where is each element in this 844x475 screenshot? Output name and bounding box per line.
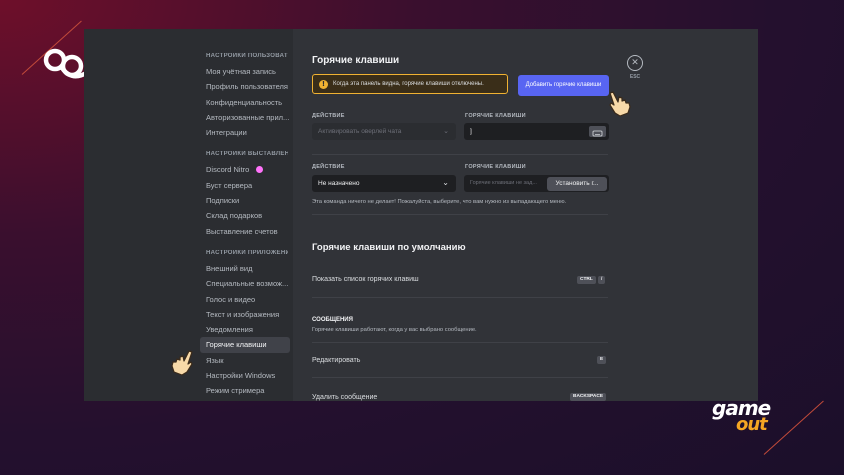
bind1-action-label: ДЕЙСТВИЕ: [312, 113, 345, 119]
chevron-down-icon: ⌄: [442, 178, 449, 187]
sidebar-item-gift-inventory[interactable]: Склад подарков: [200, 208, 290, 223]
defaults-title: Горячие клавиши по умолчанию: [312, 242, 466, 253]
sidebar-item-appearance[interactable]: Внешний вид: [200, 261, 290, 276]
keycap-ctrl: CTRL: [577, 276, 596, 284]
sidebar-item-windows-settings[interactable]: Настройки Windows: [200, 368, 290, 383]
bind1-action-value: Активировать оверлей чата: [318, 128, 402, 135]
gameout-logo-icon: game out: [712, 396, 771, 435]
keyboard-record-icon[interactable]: [589, 126, 606, 137]
settings-window: НАСТРОЙКИ ПОЛЬЗОВАТЕ... Моя учётная запи…: [84, 29, 758, 401]
sidebar-heading-app: НАСТРОЙКИ ПРИЛОЖЕНИЯ: [206, 249, 288, 256]
sidebar-item-nitro[interactable]: Discord Nitro: [200, 162, 290, 177]
add-keybind-button[interactable]: Добавить горячие клавиши: [518, 75, 609, 96]
bind1-action-select[interactable]: Активировать оверлей чата ⌄: [312, 123, 456, 140]
page-title: Горячие клавиши: [312, 55, 400, 66]
keycap-backspace: BACKSPACE: [570, 393, 607, 401]
edit-label: Редактировать: [312, 357, 361, 364]
bind2-action-label: ДЕЙСТВИЕ: [312, 164, 345, 170]
sidebar-item-my-account[interactable]: Моя учётная запись: [200, 64, 290, 79]
messages-desc: Горячие клавиши работают, когда у вас вы…: [312, 327, 477, 333]
sidebar-heading-billing: НАСТРОЙКИ ВЫСТАВЛЕН...: [206, 151, 288, 158]
sidebar-item-profile[interactable]: Профиль пользователя: [200, 79, 290, 94]
warning-icon: !: [319, 80, 328, 89]
settings-sidebar: НАСТРОЙКИ ПОЛЬЗОВАТЕ... Моя учётная запи…: [84, 29, 293, 401]
bind2-action-value: Не назначено: [318, 180, 360, 187]
divider: [312, 377, 608, 378]
sidebar-item-notifications[interactable]: Уведомления: [200, 322, 290, 337]
keycap-e: E: [597, 356, 607, 364]
sidebar-item-integrations[interactable]: Интеграции: [200, 125, 290, 140]
sidebar-item-text-images[interactable]: Текст и изображения: [200, 307, 290, 322]
sidebar-item-accessibility[interactable]: Специальные возмож...: [200, 276, 290, 291]
bind2-action-select[interactable]: Не назначено ⌄: [312, 175, 456, 192]
set-keybind-button[interactable]: Установить г...: [547, 176, 607, 191]
divider: [312, 342, 608, 343]
sidebar-item-keybinds[interactable]: Горячие клавиши: [200, 337, 290, 353]
sidebar-item-billing[interactable]: Выставление счетов: [200, 224, 290, 239]
bind2-hint: Эта команда ничего не делает! Пожалуйста…: [312, 199, 567, 205]
bind1-hotkey-label: ГОРЯЧИЕ КЛАВИШИ: [465, 113, 526, 119]
sidebar-item-subscriptions[interactable]: Подписки: [200, 193, 290, 208]
warning-text: Когда эта панель видна, горячие клавиши …: [333, 81, 484, 87]
pointing-hand-icon: [609, 91, 631, 117]
esc-label: ESC: [629, 74, 641, 80]
show-list-label: Показать список горячих клавиш: [312, 276, 419, 283]
keycap-slash: /: [598, 276, 606, 284]
close-button[interactable]: ✕ ESC: [626, 55, 644, 80]
warning-notice: ! Когда эта панель видна, горячие клавиш…: [312, 74, 508, 94]
bind1-hotkey-value: ]: [470, 128, 472, 135]
sidebar-heading-user: НАСТРОЙКИ ПОЛЬЗОВАТЕ...: [206, 53, 288, 59]
sidebar-list: НАСТРОЙКИ ПОЛЬЗОВАТЕ... Моя учётная запи…: [200, 53, 290, 399]
sidebar-item-server-boost[interactable]: Буст сервера: [200, 178, 290, 193]
pointing-hand-icon: [171, 350, 193, 376]
divider: [312, 214, 608, 215]
sidebar-item-streamer-mode[interactable]: Режим стримера: [200, 383, 290, 398]
chevron-down-icon: ⌄: [443, 128, 449, 135]
divider: [312, 297, 608, 298]
bind1-hotkey-input[interactable]: ]: [464, 123, 609, 140]
delete-label: Удалить сообщение: [312, 394, 378, 401]
sidebar-item-nitro-label: Discord Nitro: [206, 165, 250, 175]
divider: [312, 154, 608, 155]
bind2-hotkey-label: ГОРЯЧИЕ КЛАВИШИ: [465, 164, 526, 170]
close-icon: ✕: [627, 55, 643, 71]
sidebar-item-voice-video[interactable]: Голос и видео: [200, 292, 290, 307]
nitro-badge-icon: [256, 166, 263, 174]
messages-heading: СООБЩЕНИЯ: [312, 317, 353, 323]
sidebar-item-authorized-apps[interactable]: Авторизованные прил...: [200, 110, 290, 125]
bind2-hotkey-input[interactable]: Горячие клавиши не зад... Установить г..…: [464, 175, 609, 192]
bind2-hotkey-placeholder: Горячие клавиши не зад...: [470, 180, 537, 186]
sidebar-item-language[interactable]: Язык: [200, 353, 290, 368]
sidebar-item-privacy[interactable]: Конфиденциальность: [200, 95, 290, 110]
